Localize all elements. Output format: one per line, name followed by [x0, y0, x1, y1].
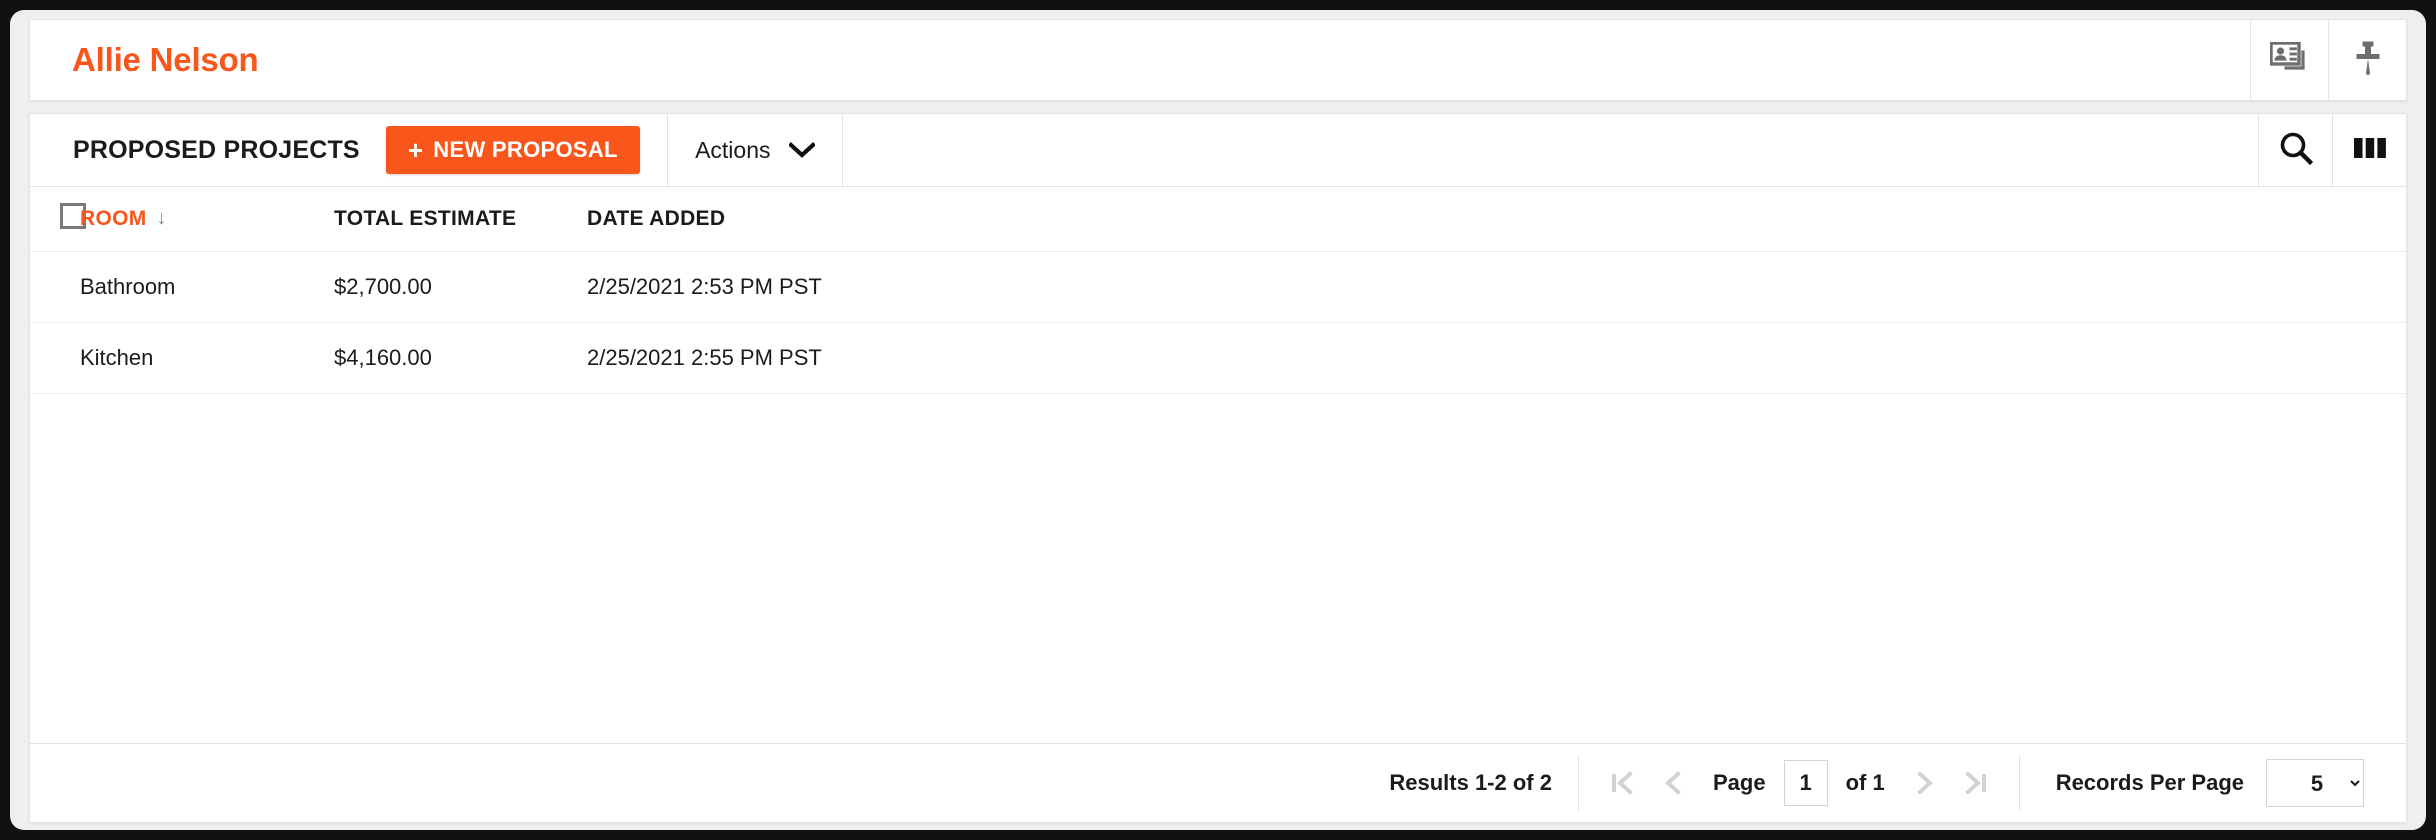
prev-page-button[interactable]: [1649, 760, 1695, 806]
column-header-date-added-label: DATE ADDED: [587, 206, 726, 230]
results-count: Results 1-2 of 2: [1389, 770, 1552, 795]
columns-button[interactable]: [2332, 114, 2406, 186]
search-button[interactable]: [2258, 114, 2332, 186]
table-body: Bathroom $2,700.00 2/25/2021 2:53 PM PST…: [30, 251, 2406, 394]
table-bottom-border: [30, 393, 2406, 394]
table-region: ROOM ↓ TOTAL ESTIMATE DATE ADDED Bathroo…: [30, 187, 2406, 743]
table-header: ROOM ↓ TOTAL ESTIMATE DATE ADDED: [30, 187, 2406, 251]
records-per-page-select[interactable]: 5102550100: [2266, 759, 2364, 807]
contact-card-button[interactable]: [2250, 20, 2328, 100]
actions-dropdown[interactable]: Actions: [666, 114, 843, 186]
row-select-cell: [30, 251, 80, 322]
select-all-cell: [30, 187, 86, 251]
app-canvas: Allie Nelson PROPOSED PROJECTS + NEW PRO…: [10, 10, 2426, 830]
column-header-room-label: ROOM: [80, 206, 147, 230]
browser-frame: Allie Nelson PROPOSED PROJECTS + NEW PRO…: [0, 0, 2436, 840]
cell-date-added: 2/25/2021 2:53 PM PST: [587, 273, 822, 299]
sort-desc-icon: ↓: [156, 207, 167, 230]
new-proposal-button[interactable]: + NEW PROPOSAL: [385, 126, 640, 174]
next-page-button[interactable]: [1903, 760, 1949, 806]
prev-page-icon: [1664, 771, 1681, 795]
new-proposal-wrapper: + NEW PROPOSAL: [385, 114, 640, 186]
cell-room: Kitchen: [80, 344, 154, 370]
first-page-icon: [1611, 771, 1633, 795]
contact-header: Allie Nelson: [29, 19, 2407, 101]
cell-total-estimate: $4,160.00: [334, 344, 432, 370]
column-header-total-estimate[interactable]: TOTAL ESTIMATE: [334, 187, 587, 251]
table-row[interactable]: Kitchen $4,160.00 2/25/2021 2:55 PM PST: [30, 322, 2406, 393]
contact-card-icon: [2268, 40, 2310, 79]
chevron-down-icon: [787, 137, 816, 164]
proposals-table: ROOM ↓ TOTAL ESTIMATE DATE ADDED Bathroo…: [30, 187, 2406, 394]
cell-room: Bathroom: [80, 273, 176, 299]
column-header-total-estimate-label: TOTAL ESTIMATE: [334, 206, 517, 230]
pagination-footer: Results 1-2 of 2 Page 1 of 1 Records Per…: [30, 743, 2406, 822]
table-row[interactable]: Bathroom $2,700.00 2/25/2021 2:53 PM PST: [30, 251, 2406, 322]
page-number-input[interactable]: [1783, 760, 1828, 806]
cell-total-estimate: $2,700.00: [334, 273, 432, 299]
first-page-button[interactable]: [1599, 760, 1645, 806]
search-icon: [2278, 130, 2314, 171]
column-header-date-added[interactable]: DATE ADDED: [587, 187, 2406, 251]
panel-title: PROPOSED PROJECTS: [73, 135, 360, 164]
page-total-label: of 1: [1845, 770, 1885, 795]
plus-icon: +: [407, 135, 424, 165]
proposed-projects-panel: PROPOSED PROJECTS + NEW PROPOSAL Actions: [29, 113, 2407, 823]
cell-date-added: 2/25/2021 2:55 PM PST: [587, 344, 822, 370]
page-label: Page: [1712, 770, 1766, 795]
pin-icon: [2354, 40, 2382, 81]
column-header-room[interactable]: ROOM ↓: [80, 187, 334, 251]
list-toolbar: PROPOSED PROJECTS + NEW PROPOSAL Actions: [30, 114, 2406, 187]
pager-controls: Page of 1: [1577, 755, 2020, 811]
records-per-page-label: Records Per Page: [2055, 770, 2244, 795]
row-select-cell: [30, 322, 80, 393]
table-bottom-border-cell: [30, 393, 2406, 394]
contact-name-title: Allie Nelson: [72, 41, 259, 78]
columns-icon: [2352, 133, 2388, 168]
new-proposal-label: NEW PROPOSAL: [433, 137, 618, 162]
last-page-button[interactable]: [1953, 760, 1999, 806]
pin-button[interactable]: [2328, 20, 2406, 100]
next-page-icon: [1916, 771, 1933, 795]
actions-label: Actions: [695, 136, 771, 163]
last-page-icon: [1964, 771, 1986, 795]
table-header-row: ROOM ↓ TOTAL ESTIMATE DATE ADDED: [30, 187, 2406, 251]
